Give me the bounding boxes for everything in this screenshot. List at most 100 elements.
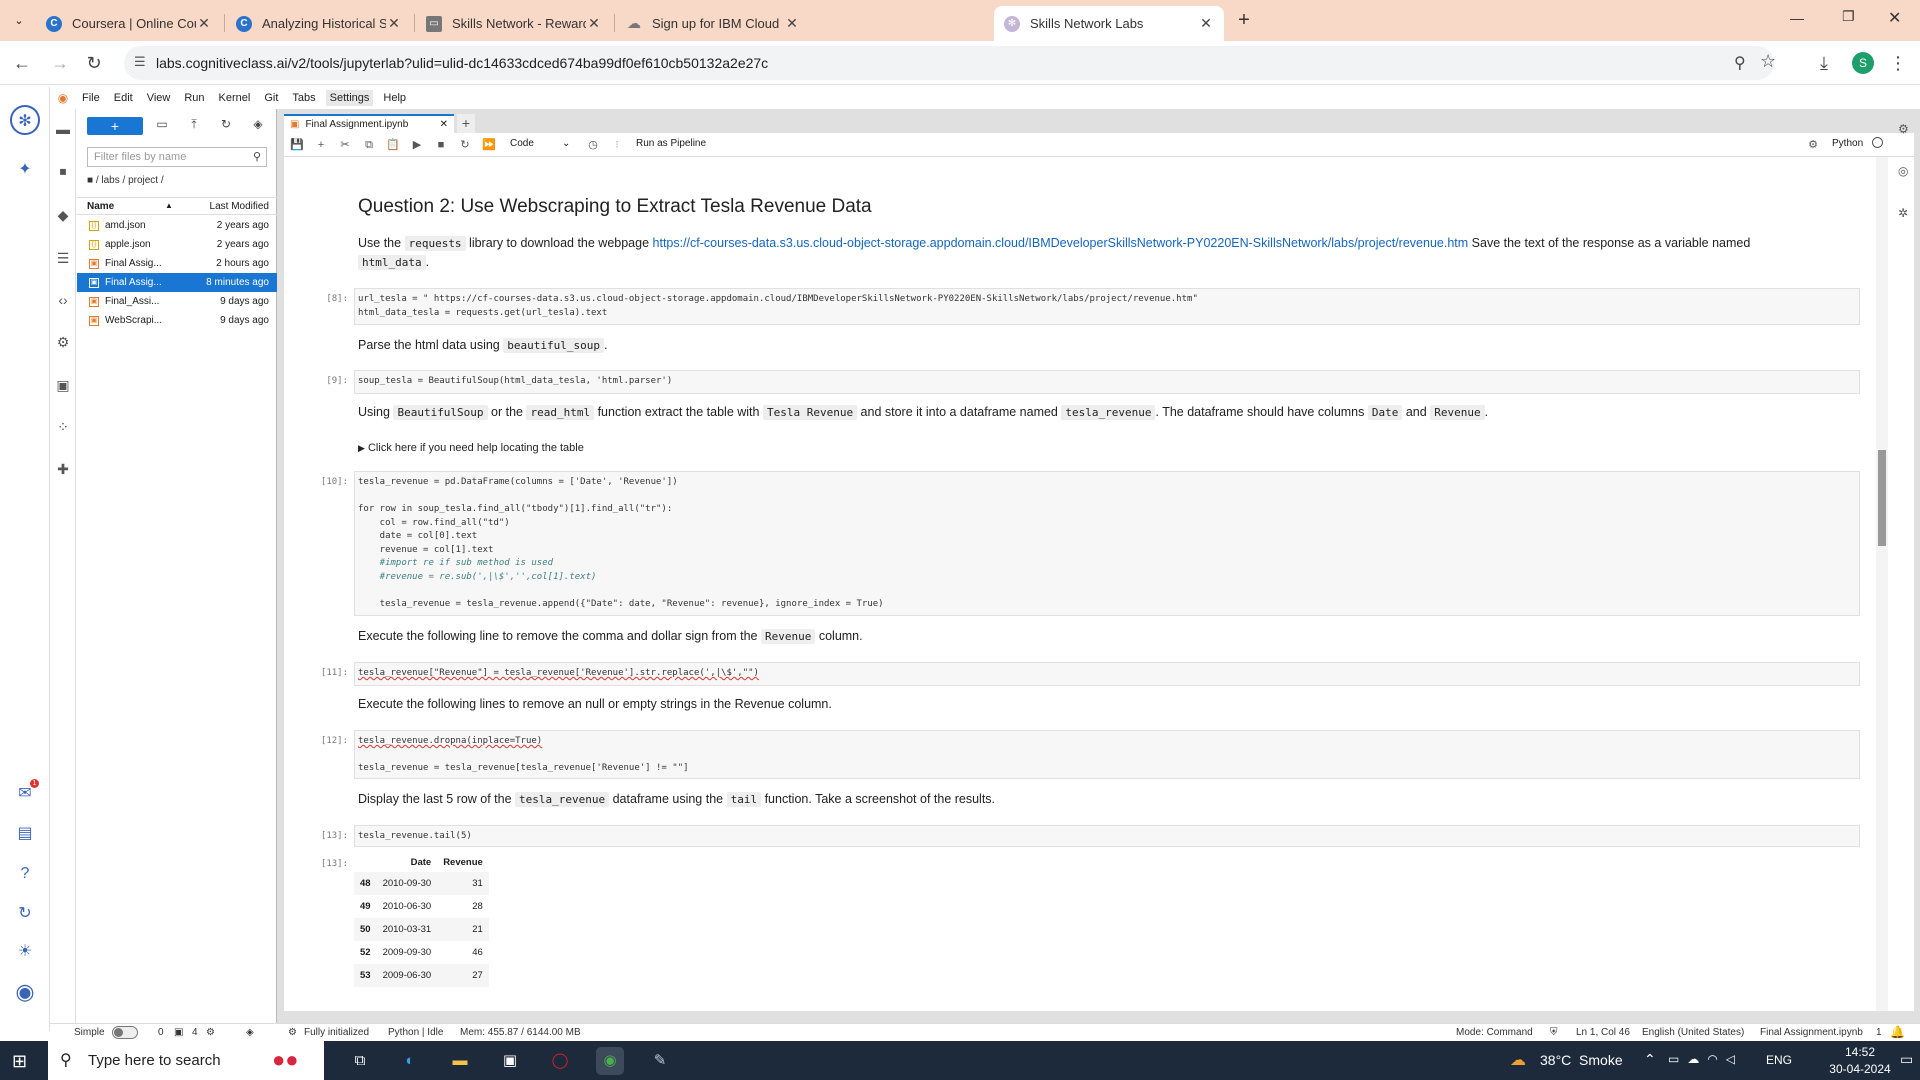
table-of-contents-icon[interactable]: ☰ xyxy=(52,247,74,269)
store-icon[interactable]: ▣ xyxy=(496,1047,524,1075)
menu-tabs[interactable]: Tabs xyxy=(292,92,315,104)
git-icon[interactable]: ◆ xyxy=(52,204,74,226)
run-all-icon[interactable]: ⏩ xyxy=(482,138,496,152)
new-launcher-tab-button[interactable]: + xyxy=(457,114,475,133)
zoom-icon[interactable]: ⚲ xyxy=(1734,53,1746,73)
browser-menu-icon[interactable]: ⋮ xyxy=(1886,51,1910,75)
user-avatar-icon[interactable]: ◉ xyxy=(10,977,40,1007)
stop-icon[interactable]: ■ xyxy=(434,138,448,152)
code-cell[interactable]: tesla_revenue.tail(5) xyxy=(354,825,1860,847)
menu-git[interactable]: Git xyxy=(264,92,278,104)
file-row[interactable]: {} apple.json 2 years ago xyxy=(77,235,277,254)
upload-icon[interactable]: ⤒ xyxy=(185,117,203,135)
bug-icon[interactable]: ⚙ xyxy=(1806,138,1820,152)
file-row-selected[interactable]: ▣ Final Assig... 8 minutes ago xyxy=(77,273,277,292)
new-launcher-button[interactable]: + xyxy=(87,117,143,135)
browser-tab-coursera[interactable]: C Coursera | Online Courses Fro ✕ xyxy=(36,6,222,41)
file-row[interactable]: {} amd.json 2 years ago xyxy=(77,216,277,235)
file-row[interactable]: ▣ Final_Assi... 9 days ago xyxy=(77,292,277,311)
windows-start-icon[interactable]: ⊞ xyxy=(12,1051,27,1072)
profile-avatar[interactable]: S xyxy=(1852,52,1874,74)
code-snippets-icon[interactable]: ‹› xyxy=(52,289,74,311)
browser-tab-ibm-cloud[interactable]: ☁ Sign up for IBM Cloud ✕ xyxy=(616,6,810,41)
file-explorer-icon[interactable]: ▬ xyxy=(446,1047,474,1075)
code-cell[interactable]: tesla_revenue = pd.DataFrame(columns = [… xyxy=(354,471,1860,616)
menu-file[interactable]: File xyxy=(82,92,100,104)
reload-button[interactable]: ↻ xyxy=(82,51,106,75)
save-icon[interactable]: 💾 xyxy=(290,138,304,152)
taskbar-search-input[interactable]: ⚲ Type here to search ●● xyxy=(48,1041,324,1080)
close-tab-icon[interactable]: ✕ xyxy=(386,15,402,32)
property-inspector-right-icon[interactable]: ⚙ xyxy=(1898,122,1909,136)
details-toggle[interactable]: ▶ Click here if you need help locating t… xyxy=(358,439,584,457)
weather-text[interactable]: 38°C Smoke xyxy=(1540,1052,1623,1068)
git-diff-icon[interactable]: ⁝ xyxy=(610,138,624,152)
skills-network-logo-icon[interactable]: ✻ xyxy=(10,105,40,135)
notebook-scrollbar[interactable] xyxy=(1876,157,1888,1011)
close-tab-icon[interactable]: ✕ xyxy=(1198,15,1214,32)
tab-search-button[interactable]: ⌄ xyxy=(8,10,30,32)
kernel-name[interactable]: Python xyxy=(1832,138,1863,149)
cell-type-select[interactable]: Code ⌄ xyxy=(510,138,572,149)
clock-icon[interactable]: ◷ xyxy=(586,138,600,152)
simple-mode-toggle[interactable] xyxy=(112,1026,138,1039)
sync-icon[interactable]: ↻ xyxy=(10,899,40,929)
forward-button[interactable]: → xyxy=(48,51,72,75)
language-status[interactable]: English (United States) xyxy=(1642,1027,1744,1038)
pipeline-components-icon[interactable]: ▣ xyxy=(52,374,74,396)
column-name[interactable]: Name xyxy=(87,201,114,212)
close-window-button[interactable]: ✕ xyxy=(1888,8,1901,28)
running-kernels-icon[interactable]: ⏹ xyxy=(52,160,74,182)
menu-view[interactable]: View xyxy=(147,92,171,104)
clock-date[interactable]: 30-04-2024 xyxy=(1826,1062,1894,1076)
restart-icon[interactable]: ↻ xyxy=(458,138,472,152)
instructions-icon[interactable]: ▤ xyxy=(10,819,40,849)
column-last-modified[interactable]: Last Modified xyxy=(210,201,269,212)
debugger-icon[interactable]: ◎ xyxy=(1898,164,1908,178)
download-icon[interactable]: ⤓ xyxy=(1812,51,1836,75)
weather-icon[interactable]: ☁ xyxy=(1510,1050,1526,1070)
chrome-icon[interactable]: ◉ xyxy=(596,1047,624,1075)
help-icon[interactable]: ? xyxy=(10,859,40,889)
chevron-up-icon[interactable]: ⌃ xyxy=(1644,1051,1656,1068)
close-tab-icon[interactable]: ✕ xyxy=(586,15,602,32)
file-browser-icon[interactable]: ▬ xyxy=(52,118,74,140)
insert-cell-icon[interactable]: + xyxy=(314,138,328,152)
file-filter-input[interactable]: Filter files by name ⚲ xyxy=(87,147,267,167)
language-indicator[interactable]: ENG xyxy=(1766,1053,1792,1067)
property-inspector-icon[interactable]: ⚙ xyxy=(52,331,74,353)
menu-run[interactable]: Run xyxy=(184,92,204,104)
bookmark-star-icon[interactable]: ☆ xyxy=(1760,51,1776,72)
copy-icon[interactable]: ⧉ xyxy=(362,138,376,152)
browser-tab-skills-network-labs[interactable]: ✻ Skills Network Labs ✕ xyxy=(994,6,1224,41)
notebook-tab[interactable]: ▣ Final Assignment.ipynb ✕ xyxy=(284,114,454,133)
paste-icon[interactable]: 📋 xyxy=(386,138,400,152)
kernel-status[interactable]: Python | Idle xyxy=(388,1027,443,1038)
menu-help[interactable]: Help xyxy=(383,92,406,104)
git-branch-icon[interactable]: ◈ xyxy=(246,1027,254,1038)
revenue-page-link[interactable]: https://cf-courses-data.s3.us.cloud-obje… xyxy=(653,236,1469,250)
palette-icon[interactable]: ⁘ xyxy=(52,416,74,438)
run-icon[interactable]: ▶ xyxy=(410,138,424,152)
notifications-icon[interactable]: ✉ 1 xyxy=(10,779,40,809)
site-info-icon[interactable]: ☰ xyxy=(134,54,146,70)
browser-tab-reward[interactable]: ▭ Skills Network - Reward ✕ xyxy=(416,6,612,41)
minimize-window-button[interactable]: — xyxy=(1790,10,1804,26)
file-row[interactable]: ▣ Final Assig... 2 hours ago xyxy=(77,254,277,273)
tray-icons[interactable]: ▭☁◠◁ xyxy=(1668,1052,1743,1066)
browser-tab-analyzing[interactable]: C Analyzing Historical Stock/Rev ✕ xyxy=(226,6,412,41)
menu-edit[interactable]: Edit xyxy=(114,92,133,104)
ai-assistant-icon[interactable]: ✦ xyxy=(10,155,40,185)
notification-center-icon[interactable]: ▭ xyxy=(1900,1051,1913,1068)
cut-icon[interactable]: ✂ xyxy=(338,138,352,152)
refresh-icon[interactable]: ↻ xyxy=(217,117,235,135)
extension-manager-icon[interactable]: ✚ xyxy=(52,458,74,480)
clock-time[interactable]: 14:52 xyxy=(1830,1045,1890,1059)
new-folder-icon[interactable]: ▭ xyxy=(153,117,171,135)
menu-kernel[interactable]: Kernel xyxy=(219,92,251,104)
git-clone-icon[interactable]: ◈ xyxy=(249,117,267,135)
theme-toggle-icon[interactable]: ☀ xyxy=(10,937,40,967)
code-cell[interactable]: tesla_revenue["Revenue"] = tesla_revenue… xyxy=(354,662,1860,686)
code-cell[interactable]: url_tesla = " https://cf-courses-data.s3… xyxy=(354,288,1860,325)
bell-icon[interactable]: 🔔 xyxy=(1890,1025,1905,1039)
